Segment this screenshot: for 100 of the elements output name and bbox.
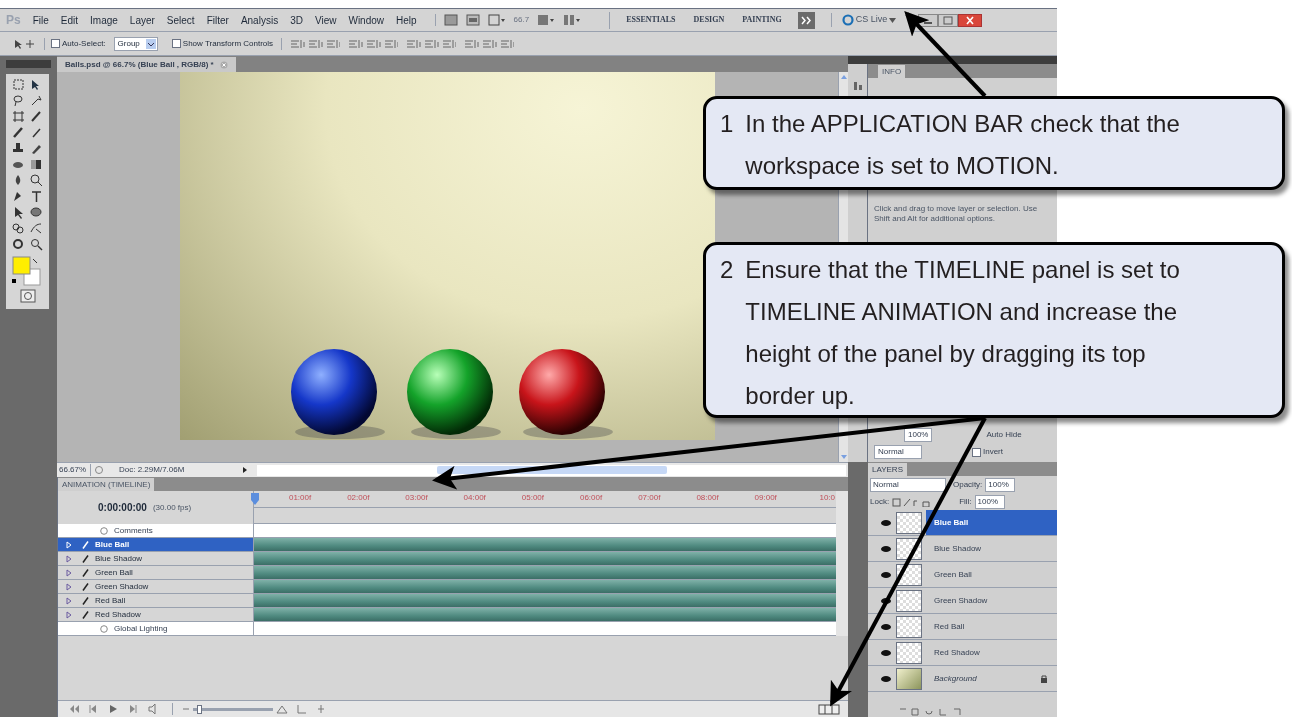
zoom-field[interactable]: 66.67% (57, 464, 91, 476)
layer-row[interactable]: Red Shadow (868, 640, 1057, 666)
frames-icon[interactable] (818, 703, 840, 715)
frame-rate: (30.00 fps) (152, 501, 192, 514)
fill-label: Fill: (959, 496, 972, 508)
tool-icon[interactable] (11, 142, 25, 155)
panel-tab[interactable]: INFO (878, 65, 906, 78)
bridge-icon[interactable] (465, 14, 480, 26)
eye-icon[interactable] (880, 622, 892, 631)
menu-item[interactable]: Help (396, 12, 417, 28)
timecode: 0:00:00:00 (98, 501, 147, 515)
show-transform-checkbox[interactable]: Show Transform Controls (171, 37, 283, 50)
dropdown-caret-icon (145, 38, 156, 49)
layout-icon[interactable] (563, 14, 582, 26)
track-row[interactable]: Red Shadow (58, 608, 253, 622)
tool-icon[interactable] (11, 110, 25, 123)
track-row[interactable]: Green Shadow (58, 580, 253, 594)
frame-icon[interactable] (443, 14, 458, 26)
move-tool-icon[interactable] (14, 38, 36, 49)
close-icon[interactable] (958, 13, 983, 27)
lock-label: Lock: (870, 496, 890, 508)
tool-icon[interactable] (11, 222, 25, 235)
tool-icon[interactable] (30, 94, 44, 107)
zoom-slider-thumb[interactable] (196, 704, 202, 714)
track-row[interactable]: Red Ball (58, 594, 253, 608)
eye-icon[interactable] (880, 570, 892, 579)
panel-tab[interactable]: LAYERS (868, 463, 907, 476)
lock-icons[interactable] (892, 497, 933, 507)
tool-icon[interactable] (30, 158, 44, 171)
track-row[interactable]: Blue Shadow (58, 552, 253, 566)
menu-item[interactable]: View (314, 12, 337, 28)
quick-mask-icon[interactable] (19, 289, 36, 303)
tool-icon[interactable] (11, 238, 25, 251)
workspace-tab[interactable]: PAINTING (740, 14, 784, 26)
eye-icon[interactable] (880, 518, 892, 527)
menu-item[interactable]: Edit (60, 12, 79, 28)
blend-dropdown[interactable]: Normal (874, 445, 922, 459)
eye-icon[interactable] (880, 596, 892, 605)
zoom-in-icon[interactable] (275, 703, 289, 715)
group-dropdown[interactable]: Group (113, 36, 158, 51)
track-row[interactable]: Comments (58, 524, 253, 538)
track-row[interactable]: Blue Ball (58, 538, 253, 552)
tool-icon[interactable] (11, 94, 25, 107)
panel-tab[interactable]: ANIMATION (TIMELINE) (58, 478, 155, 491)
chevrons-icon (800, 15, 812, 25)
screen-mode-icon[interactable] (487, 14, 506, 26)
zoom-level[interactable]: 66.7 (513, 14, 530, 26)
workspace-tab[interactable]: DESIGN (691, 14, 727, 26)
menu-item[interactable]: 3D (290, 12, 303, 28)
blend-mode-dropdown[interactable]: Normal (870, 478, 946, 492)
menu-item[interactable]: Window (348, 12, 384, 28)
ruler-label: 08:00f (696, 492, 719, 504)
app-logo: Ps (6, 12, 21, 29)
menu-item[interactable]: Select (166, 12, 195, 28)
fill-field[interactable]: 100% (974, 495, 1005, 509)
scroll-bar[interactable] (836, 491, 848, 636)
checkbox[interactable] (171, 39, 181, 48)
step-number: 2 (720, 255, 734, 285)
tool-icon[interactable] (11, 126, 25, 139)
menu-item[interactable]: Analysis (240, 12, 279, 28)
value-field[interactable]: 100% (904, 428, 933, 442)
horizontal-scroll-bar[interactable] (257, 464, 846, 476)
tool-icon[interactable] (30, 142, 44, 155)
layer-thumbnail (896, 667, 922, 690)
ruler-label: 01:00f (288, 492, 312, 504)
document-tab[interactable]: Balls.psd @ 66.7% (Blue Ball , RGB/8) * (57, 57, 236, 72)
tool-icon[interactable] (30, 222, 44, 235)
layer-thumbnail (896, 589, 922, 612)
invert-checkbox[interactable]: Invert (972, 446, 1003, 458)
step-text: Ensure that the TIMELINE panel is set to TIMELINE ANIMATION and increase the height of the panel by dragging its top border up. (745, 255, 1181, 411)
track-row[interactable]: Green Ball (58, 566, 253, 580)
checkbox[interactable] (51, 39, 60, 48)
tool-icon[interactable] (30, 110, 44, 123)
track-row[interactable]: Global Lighting (58, 622, 253, 636)
layer-row[interactable]: Background (868, 666, 1057, 692)
more-workspaces-button[interactable] (797, 11, 815, 29)
eye-icon[interactable] (880, 674, 892, 683)
menu-item[interactable]: File (32, 12, 49, 28)
arrange-icon[interactable] (537, 14, 556, 26)
checkbox[interactable] (972, 447, 981, 457)
menu-item[interactable]: Layer (129, 12, 155, 28)
layer-row[interactable]: Green Ball (868, 562, 1057, 588)
layer-row[interactable]: Green Shadow (868, 588, 1057, 614)
maximize-icon[interactable] (938, 13, 959, 27)
tool-icon[interactable] (30, 206, 44, 219)
eye-icon[interactable] (880, 648, 892, 657)
tool-icon[interactable] (30, 190, 44, 203)
tool-icon[interactable] (30, 174, 44, 187)
menu-item[interactable]: Image (90, 12, 118, 28)
workspace-tab[interactable]: ESSENTIALS (624, 14, 678, 26)
layer-row[interactable]: Red Ball (868, 614, 1057, 640)
tool-icon[interactable] (30, 126, 44, 139)
opacity-field[interactable]: 100% (985, 478, 1016, 492)
layer-row[interactable]: Blue Shadow (868, 536, 1057, 562)
eye-icon[interactable] (880, 544, 892, 553)
ruler-label: 10:0 (819, 492, 836, 504)
menu-item[interactable]: Filter (206, 12, 229, 28)
tool-icon[interactable] (30, 238, 44, 251)
auto-select-checkbox[interactable]: Auto-Select: (44, 37, 106, 50)
cs-live-button[interactable]: CS Live (830, 13, 897, 27)
